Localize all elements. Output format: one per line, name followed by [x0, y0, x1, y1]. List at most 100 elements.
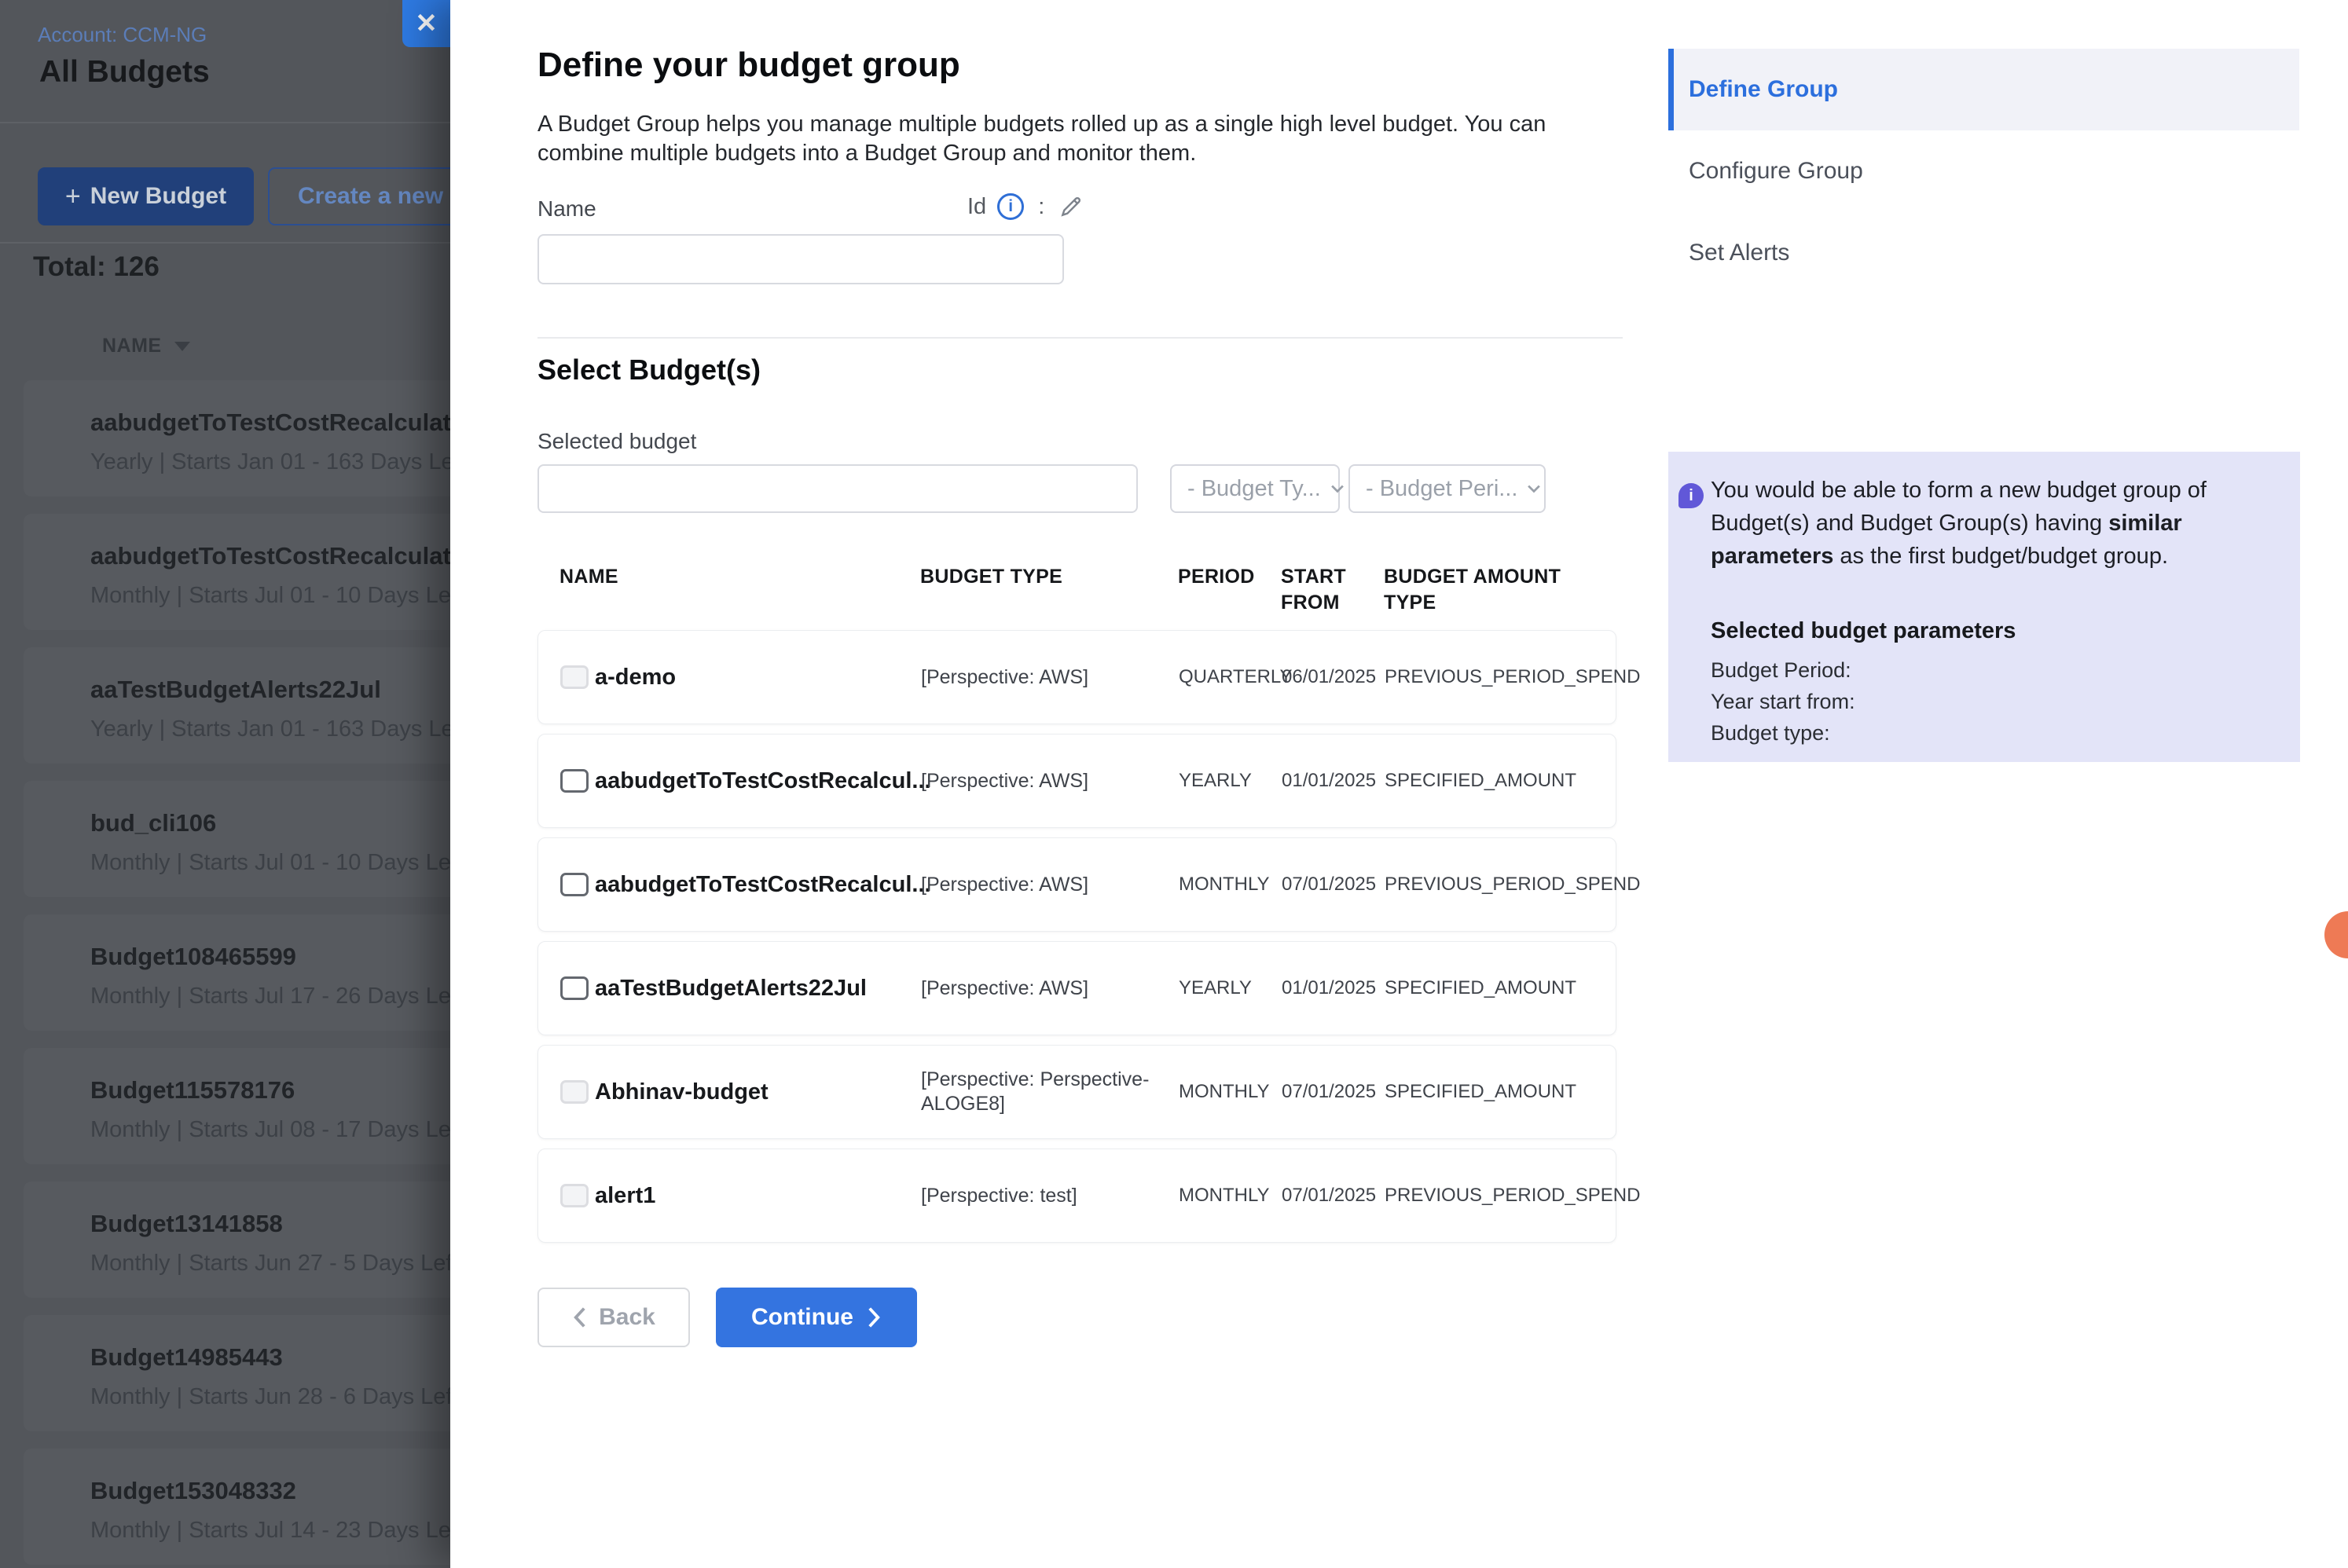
budget-list-card[interactable]: Budget14985443 Monthly | Starts Jun 28 - …	[24, 1315, 450, 1431]
all-budgets-page-dimmed: Account: CCM-NG All Budgets + New Budget…	[0, 0, 450, 1568]
column-header: BUDGET AMOUNT TYPE	[1384, 564, 1616, 616]
name-input[interactable]	[537, 234, 1064, 284]
budget-card-name: Budget153048332	[90, 1477, 296, 1505]
wizard-step-set-alerts[interactable]: Set Alerts	[1668, 212, 2299, 294]
budget-type-cell: [Perspective: Perspective-ALOGE8]	[921, 1068, 1179, 1116]
budget-card-meta: Monthly | Starts Jul 01 - 10 Days Left	[90, 850, 450, 876]
budget-checkbox-disabled	[560, 665, 589, 689]
budget-list-card[interactable]: Budget115578176 Monthly | Starts Jul 08 -…	[24, 1048, 450, 1164]
budget-table-row: aaTestBudgetAlerts22Jul[Perspective: AWS…	[537, 941, 1616, 1035]
budget-card-meta: Monthly | Starts Jun 27 - 5 Days Left	[90, 1251, 450, 1277]
budget-table-row: aabudgetToTestCostRecalcul...[Perspectiv…	[537, 734, 1616, 828]
new-budget-button[interactable]: + New Budget	[38, 167, 254, 225]
budget-table-row: a-demo[Perspective: AWS]QUARTERLY06/01/2…	[537, 630, 1616, 724]
info-panel-text: You would be able to form a new budget g…	[1711, 474, 2265, 573]
id-label: Id	[967, 194, 986, 220]
checkbox-cell	[538, 665, 595, 689]
column-header: START FROM	[1281, 564, 1384, 616]
create-budget-group-button[interactable]: Create a new Budget Group	[268, 167, 450, 225]
budget-parameter-line: Budget type:	[1711, 717, 1855, 749]
name-label: Name	[537, 196, 596, 222]
budget-card-meta: Yearly | Starts Jan 01 - 163 Days Left	[90, 716, 450, 742]
budget-amount-type-cell: SPECIFIED_AMOUNT	[1385, 1081, 1617, 1103]
budget-card-meta: Monthly | Starts Jun 28 - 6 Days Left	[90, 1384, 450, 1410]
chevron-down-icon	[1329, 480, 1346, 497]
budget-period-cell: QUARTERLY	[1179, 666, 1282, 688]
budget-checkbox[interactable]	[560, 769, 589, 793]
wizard-step-define-group[interactable]: Define Group	[1668, 49, 2299, 130]
budget-list-card[interactable]: aabudgetToTestCostRecalculation2Monthly …	[24, 514, 450, 630]
plus-icon: +	[65, 185, 81, 208]
divider	[0, 242, 450, 244]
checkbox-cell	[538, 769, 595, 793]
modal-description: A Budget Group helps you manage multiple…	[537, 110, 1614, 168]
budget-type-cell: [Perspective: AWS]	[921, 665, 1179, 690]
budget-checkbox[interactable]	[560, 976, 589, 1000]
close-button[interactable]: ✕	[402, 0, 450, 47]
budget-checkbox[interactable]	[560, 873, 589, 896]
continue-button[interactable]: Continue	[716, 1288, 917, 1347]
id-info-icon[interactable]: i	[997, 193, 1024, 220]
budget-card-meta: Monthly | Starts Jul 08 - 17 Days Left	[90, 1117, 450, 1143]
budget-card-name: aabudgetToTestCostRecalculation2	[90, 542, 450, 570]
budget-card-name: Budget108465599	[90, 943, 296, 971]
budget-start-cell: 01/01/2025	[1282, 977, 1385, 999]
budget-amount-type-cell: SPECIFIED_AMOUNT	[1385, 770, 1617, 792]
budget-list-card[interactable]: Budget13141858 Monthly | Starts Jun 27 - …	[24, 1181, 450, 1298]
budget-parameter-line: Year start from:	[1711, 686, 1855, 717]
budget-list-card[interactable]: aabudgetToTestCostRecalculation1Yearly |…	[24, 380, 450, 496]
budget-name-cell: aabudgetToTestCostRecalcul...	[595, 768, 921, 794]
budget-type-cell: [Perspective: AWS]	[921, 769, 1179, 793]
id-colon: :	[1035, 194, 1047, 220]
checkbox-cell	[538, 1080, 595, 1104]
budget-name-cell: aaTestBudgetAlerts22Jul	[595, 976, 921, 1002]
modal-title: Define your budget group	[537, 46, 960, 85]
budget-list-card[interactable]: aaTestBudgetAlerts22JulYearly | Starts J…	[24, 647, 450, 764]
budget-list-card[interactable]: bud_cli106Monthly | Starts Jul 01 - 10 D…	[24, 781, 450, 897]
name-column-header[interactable]: NAME	[102, 335, 190, 357]
budget-list-card[interactable]: Budget153048332 Monthly | Starts Jul 14 -…	[24, 1449, 450, 1565]
budget-checkbox-disabled	[560, 1080, 589, 1104]
budget-card-name: aabudgetToTestCostRecalculation1	[90, 408, 450, 437]
budget-period-filter-select[interactable]: - Budget Peri...	[1348, 464, 1546, 513]
budget-table-row: alert1[Perspective: test]MONTHLY07/01/20…	[537, 1149, 1616, 1243]
budget-list-card[interactable]: Budget108465599 Monthly | Starts Jul 17 -…	[24, 914, 450, 1031]
budget-amount-type-cell: PREVIOUS_PERIOD_SPEND	[1385, 874, 1617, 896]
back-button[interactable]: Back	[537, 1288, 690, 1347]
chevron-down-icon	[1525, 480, 1543, 497]
selected-budget-parameters-list: Budget Period:Year start from:Budget typ…	[1711, 654, 1855, 749]
budget-search-input[interactable]	[537, 464, 1138, 513]
budget-start-cell: 07/01/2025	[1282, 1185, 1385, 1207]
budget-period-cell: MONTHLY	[1179, 1185, 1282, 1207]
divider	[0, 122, 450, 123]
id-row: Id i :	[967, 193, 1084, 220]
budget-name-cell: alert1	[595, 1183, 921, 1209]
budget-card-meta: Monthly | Starts Jul 14 - 23 Days Left	[90, 1518, 450, 1544]
budget-card-name: Budget13141858	[90, 1210, 283, 1238]
budget-card-meta: Monthly | Starts Jul 17 - 26 Days Left	[90, 984, 450, 1009]
budget-card-name: Budget14985443	[90, 1343, 283, 1372]
checkbox-cell	[538, 976, 595, 1000]
total-count: Total: 126	[33, 251, 160, 283]
wizard-step-configure-group[interactable]: Configure Group	[1668, 130, 2299, 212]
close-icon: ✕	[415, 10, 438, 37]
selected-budget-parameters-heading: Selected budget parameters	[1711, 618, 2016, 644]
section-divider	[537, 337, 1623, 339]
chevron-left-icon	[572, 1306, 588, 1328]
info-bubble-icon: i	[1678, 483, 1704, 508]
budget-amount-type-cell: SPECIFIED_AMOUNT	[1385, 977, 1617, 999]
edit-pencil-icon[interactable]	[1058, 194, 1084, 219]
budget-card-name: Budget115578176	[90, 1076, 295, 1105]
budget-amount-type-cell: PREVIOUS_PERIOD_SPEND	[1385, 666, 1617, 688]
budget-name-cell: a-demo	[595, 665, 921, 691]
budget-period-cell: YEARLY	[1179, 977, 1282, 999]
budget-table-row: Abhinav-budget[Perspective: Perspective-…	[537, 1045, 1616, 1139]
budget-table-header: NAMEBUDGET TYPEPERIODSTART FROMBUDGET AM…	[537, 564, 1616, 616]
budget-period-cell: MONTHLY	[1179, 874, 1282, 896]
chevron-right-icon	[866, 1306, 882, 1328]
budget-start-cell: 07/01/2025	[1282, 874, 1385, 896]
budget-type-cell: [Perspective: AWS]	[921, 976, 1179, 1001]
account-breadcrumb[interactable]: Account: CCM-NG	[38, 23, 207, 47]
budget-type-filter-select[interactable]: - Budget Ty...	[1170, 464, 1340, 513]
budget-type-cell: [Perspective: AWS]	[921, 873, 1179, 897]
